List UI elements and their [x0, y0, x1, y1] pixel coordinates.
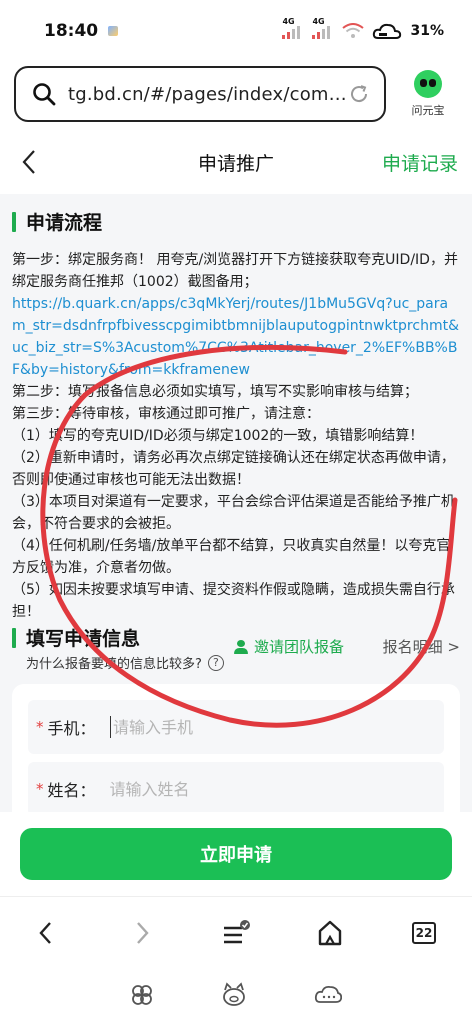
flow-title: 申请流程 [26, 212, 103, 234]
name-label: 姓名： [47, 781, 96, 800]
status-time: 18:40 [44, 21, 99, 41]
section-accent-bar [12, 627, 16, 648]
ai-assistant-button[interactable]: 问元宝 [400, 70, 456, 122]
wifi-icon [342, 23, 365, 38]
system-shortcut-bar [0, 970, 472, 1024]
pig-icon[interactable] [220, 982, 248, 1008]
step-2: 第二步：填写报备信息必须如实填写，填写不实影响审核与结算； [12, 384, 418, 400]
menu-button[interactable] [218, 915, 254, 951]
name-input[interactable] [109, 779, 410, 799]
note-2: （2）重新申请时，请务必再次点绑定链接确认还在绑定状态再做申请，否则即使通过审核… [12, 450, 455, 488]
flow-instructions: 第一步：绑定服务商！ 用夸克/浏览器打开下方链接获取夸克UID/ID，并绑定服务… [0, 235, 472, 623]
signal-icon-2: 4G [312, 17, 334, 39]
info-title: 填写申请信息 [26, 628, 141, 650]
network-type-1: 4G [282, 17, 295, 26]
required-marker: * [36, 718, 44, 736]
tabs-count: 22 [412, 922, 436, 944]
browser-nav-bar: 22 [0, 896, 472, 970]
phone-label: 手机： [47, 719, 96, 738]
phone-input[interactable] [113, 717, 413, 737]
network-type-2: 4G [312, 17, 325, 26]
yuanbao-logo-icon [414, 70, 442, 98]
note-5: （5）如因未按要求填写申请、提交资料作假或隐瞒，造成损失需自行承担！ [12, 582, 455, 620]
application-records-link[interactable]: 申请记录 [382, 149, 458, 176]
step-3: 第三步：等待审核，审核通过即可推广，请注意： [12, 406, 320, 422]
invite-team-link[interactable]: 邀请团队报备 [233, 636, 344, 657]
apply-now-button[interactable]: 立即申请 [20, 828, 452, 880]
info-subtitle: 为什么报备要填的信息比较多? [26, 657, 202, 672]
help-icon[interactable]: ? [207, 654, 224, 671]
reload-icon[interactable] [348, 83, 370, 105]
step-1: 第一步：绑定服务商！ 用夸克/浏览器打开下方链接获取夸克UID/ID，并绑定服务… [12, 252, 458, 290]
invite-team-label: 邀请团队报备 [253, 638, 344, 656]
cloud-chat-icon[interactable] [314, 982, 342, 1008]
status-bar: 18:40 4G 4G 31% [0, 0, 472, 62]
cloud-battery-icon [373, 23, 402, 39]
app-notification-icon [108, 26, 119, 36]
nav-forward-icon [137, 922, 149, 944]
clover-icon[interactable] [128, 982, 156, 1008]
main-content: 申请流程 第一步：绑定服务商！ 用夸克/浏览器打开下方链接获取夸克UID/ID，… [0, 194, 472, 812]
flow-section-header: 申请流程 [0, 194, 472, 235]
info-section-header: 填写申请信息 为什么报备要填的信息比较多? ? 邀请团队报备 报名明细 > [12, 624, 462, 672]
phone-row[interactable]: * 手机： [28, 700, 444, 754]
nav-back-icon [39, 922, 51, 944]
status-indicators: 4G 4G 31% [282, 17, 444, 40]
ai-assistant-label: 问元宝 [411, 104, 445, 117]
name-row[interactable]: * 姓名： [28, 762, 444, 812]
note-4: （4）任何机刷/任务墙/放单平台都不结算，只收真实自然量！以夸克官方反馈为准，介… [12, 538, 451, 576]
home-icon [318, 920, 342, 946]
submit-bar: 立即申请 [0, 812, 472, 894]
url-text[interactable]: tg.bd.cn/#/pages/index/comp… [68, 84, 348, 105]
page-header: 申请推广 申请记录 [0, 130, 472, 194]
text-cursor [109, 716, 111, 738]
search-icon [33, 83, 56, 106]
nav-forward-button[interactable] [124, 915, 160, 951]
required-marker: * [36, 780, 44, 798]
address-bar[interactable]: tg.bd.cn/#/pages/index/comp… [14, 66, 386, 122]
tabs-button[interactable]: 22 [406, 915, 442, 951]
menu-icon [224, 920, 250, 944]
nav-back-button[interactable] [28, 915, 64, 951]
battery-percent: 31% [410, 23, 444, 39]
application-form: * 手机： * 姓名： [12, 684, 460, 812]
registration-details-link[interactable]: 报名明细 > [383, 636, 460, 657]
person-icon [233, 639, 248, 654]
note-3: （3）本项目对渠道有一定要求，平台会综合评估渠道是否能给予推广机会，不符合要求的… [12, 494, 455, 532]
section-accent-bar [12, 211, 16, 232]
home-button[interactable] [312, 915, 348, 951]
note-1: （1）填写的夸克UID/ID必须与绑定1002的一致，填错影响结算！ [12, 428, 424, 444]
signal-icon: 4G [282, 17, 304, 39]
quark-binding-link[interactable]: https://b.quark.cn/apps/c3qMkYerj/routes… [12, 293, 460, 381]
